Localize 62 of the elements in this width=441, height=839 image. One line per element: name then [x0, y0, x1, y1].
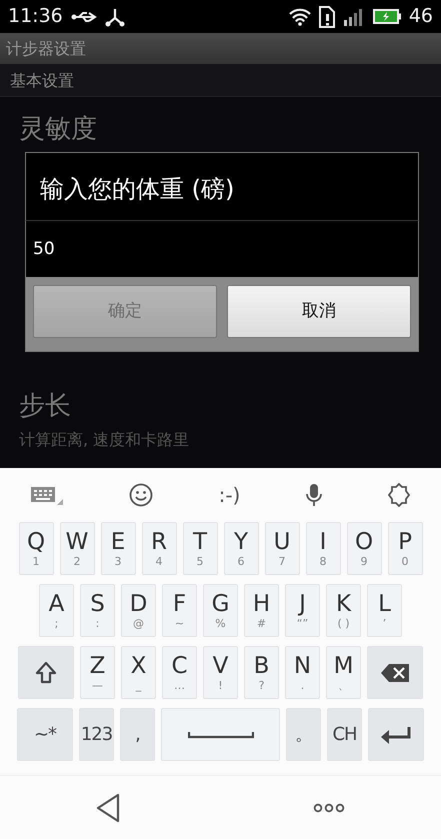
key[interactable]: Z —	[80, 646, 115, 699]
key[interactable]: H #	[244, 584, 279, 637]
key[interactable]: L ’	[367, 584, 402, 637]
key[interactable]: R 4	[142, 522, 176, 575]
space-key[interactable]	[161, 708, 280, 761]
key[interactable]: A ;	[39, 584, 74, 637]
key[interactable]: CH	[327, 708, 362, 761]
key[interactable]: M 、	[326, 646, 361, 699]
battery-level: 46	[408, 4, 433, 30]
settings-icon[interactable]	[386, 483, 411, 507]
backspace-icon	[380, 662, 410, 682]
key[interactable]: F ~	[162, 584, 197, 637]
shift-icon	[35, 660, 57, 684]
key[interactable]: I 8	[306, 522, 340, 575]
key[interactable]: U 7	[264, 522, 300, 575]
signal-icon	[342, 8, 365, 26]
more-icon[interactable]	[312, 802, 345, 812]
keyboard-icon[interactable]	[30, 484, 64, 506]
sim-card-icon	[318, 6, 335, 28]
clock-time: 11:36	[8, 4, 63, 30]
emoji-icon[interactable]	[129, 483, 154, 507]
key[interactable]: ,	[120, 708, 155, 761]
key[interactable]: P 0	[388, 522, 422, 575]
microphone-icon[interactable]	[306, 483, 322, 507]
key[interactable]: E 3	[100, 522, 136, 575]
back-icon[interactable]	[96, 792, 120, 822]
key[interactable]: Q 1	[18, 522, 54, 575]
key[interactable]: W 2	[60, 522, 94, 575]
key[interactable]: D @	[121, 584, 156, 637]
key[interactable]: O 9	[346, 522, 382, 575]
setting-description: 计算距离, 速度和卡路里	[19, 429, 190, 451]
key[interactable]: X _	[121, 646, 156, 699]
setting-title: 灵敏度	[19, 113, 98, 145]
key[interactable]: T 5	[182, 522, 218, 575]
backspace-key[interactable]	[367, 646, 423, 699]
key[interactable]: 。	[286, 708, 321, 761]
battery-icon	[372, 9, 401, 24]
key[interactable]: N .	[285, 646, 320, 699]
key[interactable]: 123	[79, 708, 114, 761]
share-icon	[104, 6, 125, 26]
shift-key[interactable]	[18, 646, 74, 699]
usb-icon	[70, 10, 97, 24]
section-header: 基本设置	[0, 64, 441, 97]
weight-input-field[interactable]: 50	[25, 221, 419, 277]
cancel-button[interactable]: 取消	[227, 285, 411, 338]
app-title: 计步器设置	[0, 33, 441, 64]
setting-title: 步长	[19, 390, 72, 422]
dialog-title: 输入您的体重 (磅)	[25, 152, 419, 221]
key[interactable]: S :	[80, 584, 115, 637]
key[interactable]: J “”	[285, 584, 320, 637]
key[interactable]: B ?	[244, 646, 279, 699]
enter-key[interactable]	[368, 708, 424, 761]
enter-icon	[380, 724, 412, 744]
key[interactable]: V !	[203, 646, 238, 699]
key[interactable]: ~*	[17, 708, 73, 761]
key[interactable]: G %	[203, 584, 238, 637]
key[interactable]: C …	[162, 646, 197, 699]
key[interactable]: Y 6	[224, 522, 258, 575]
key[interactable]: K ( )	[326, 584, 361, 637]
wifi-icon	[288, 8, 311, 26]
space-icon	[188, 730, 254, 738]
emoticon-key[interactable]: :-)	[218, 480, 240, 510]
